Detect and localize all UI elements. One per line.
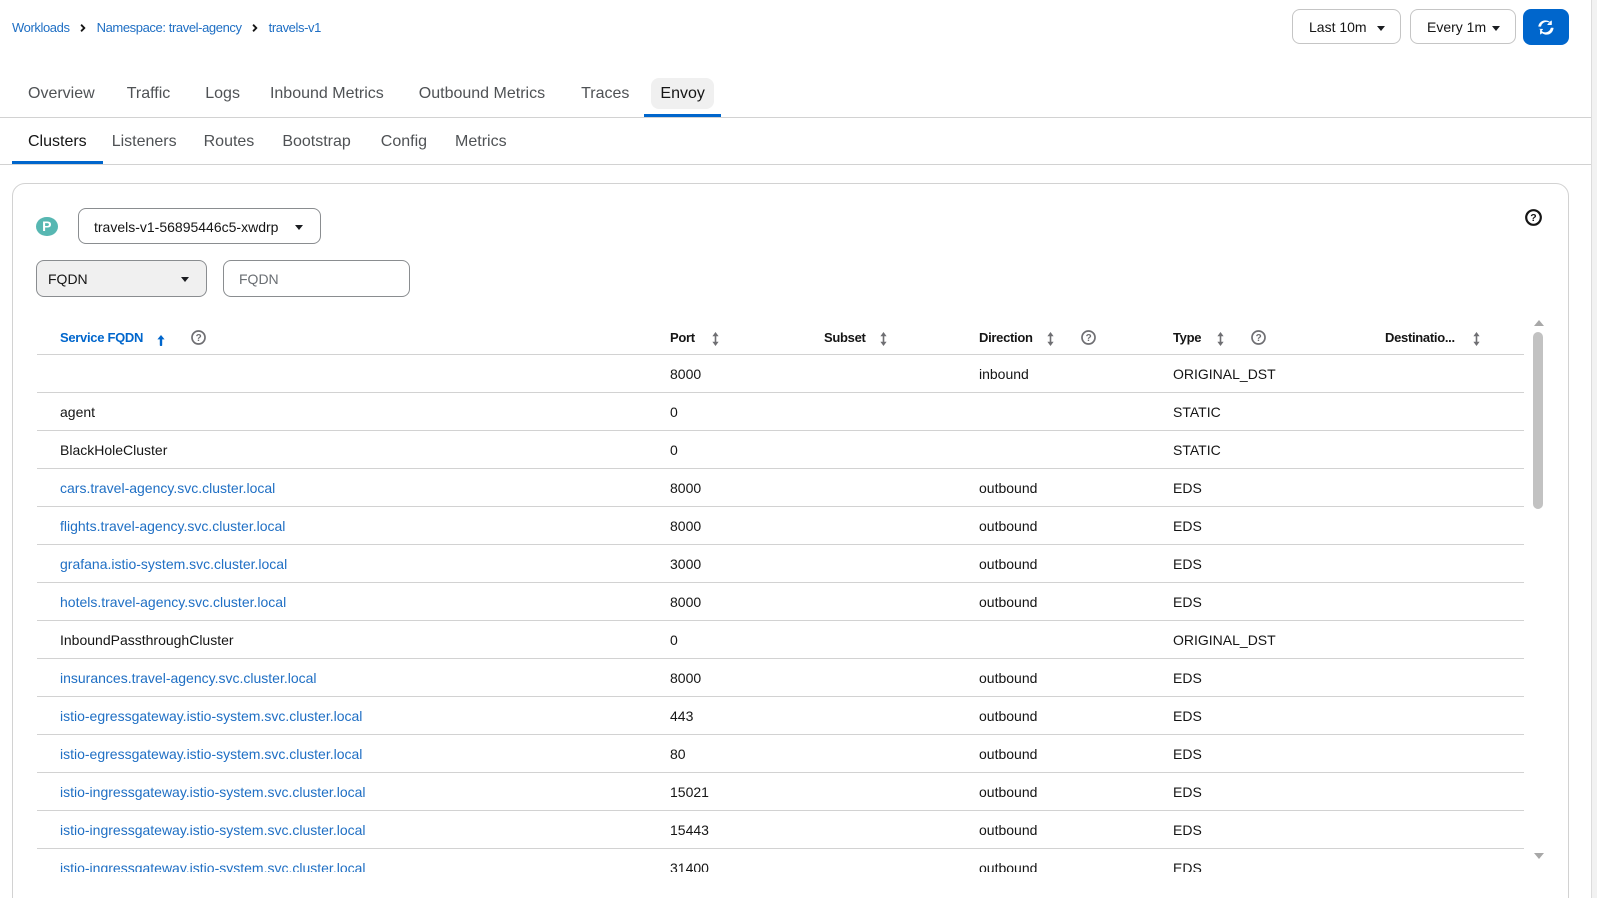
svg-text:?: ? [1256,333,1262,344]
svg-text:?: ? [1530,212,1536,224]
svg-text:?: ? [196,333,202,344]
svg-text:?: ? [1086,333,1092,344]
